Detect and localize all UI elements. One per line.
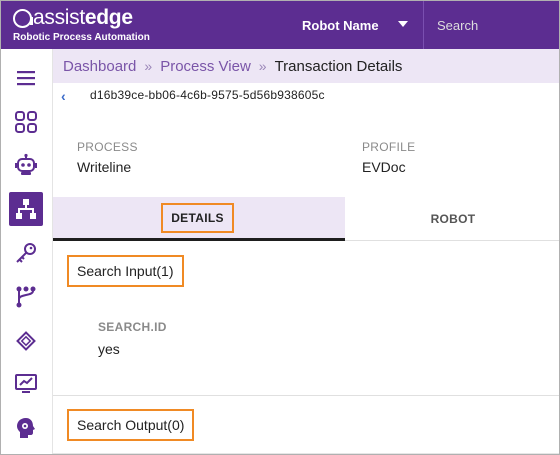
search-input-section-header[interactable]: Search Input(1): [53, 242, 559, 300]
hierarchy-icon: [16, 199, 36, 219]
tab-details[interactable]: DETAILS: [53, 197, 345, 241]
search-output-title: Search Output(0): [67, 409, 195, 441]
robot-dropdown-label: Robot Name: [302, 17, 379, 33]
head-gear-icon: [17, 418, 35, 438]
breadcrumb-process-view[interactable]: Process View: [160, 58, 251, 75]
process-label: PROCESS: [77, 140, 138, 154]
tab-details-label: DETAILS: [161, 203, 234, 233]
tab-robot-label: ROBOT: [430, 212, 476, 226]
field-label: SEARCH.ID: [98, 320, 167, 334]
app-window: assist edge Robotic Process Automation Ro…: [0, 0, 560, 455]
sidebar-item-keys[interactable]: [9, 236, 43, 270]
breadcrumb-separator-icon: »: [258, 58, 267, 74]
logo-text-bold: edge: [84, 6, 133, 29]
search-placeholder: Search: [437, 17, 479, 33]
monitor-chart-icon: [15, 374, 37, 393]
logo-subtitle: Robotic Process Automation: [13, 32, 150, 43]
sidebar-item-process-view[interactable]: [9, 192, 43, 226]
breadcrumb-separator-icon: »: [144, 58, 153, 74]
sidebar-item-dashboard[interactable]: [9, 105, 43, 139]
breadcrumb-current: Transaction Details: [274, 57, 403, 75]
sidebar-item-workflow[interactable]: [9, 280, 43, 314]
profile-label: PROFILE: [362, 140, 416, 154]
sidebar-item-settings[interactable]: [9, 411, 43, 445]
robot-icon: [15, 153, 37, 175]
logo-mark-icon: [13, 8, 33, 28]
chip-icon: [16, 331, 36, 351]
field-value: yes: [98, 341, 120, 357]
tab-bar: DETAILS ROBOT: [53, 197, 559, 241]
header-divider: [423, 1, 424, 49]
profile-value: EVDoc: [362, 159, 406, 175]
breadcrumb-dashboard[interactable]: Dashboard: [63, 58, 136, 75]
grid-icon: [15, 111, 37, 133]
search-output-section-header[interactable]: Search Output(0): [53, 396, 559, 454]
sidebar-item-chip[interactable]: [9, 324, 43, 358]
search-input-title: Search Input(1): [67, 255, 184, 287]
search-input[interactable]: Search: [437, 1, 478, 49]
sidebar-item-robots[interactable]: [9, 148, 43, 182]
breadcrumb: Dashboard » Process View » Transaction D…: [53, 49, 559, 83]
top-bar: assist edge Robotic Process Automation Ro…: [1, 1, 559, 49]
sidebar-item-analytics[interactable]: [9, 367, 43, 401]
robot-name-dropdown[interactable]: Robot Name: [302, 1, 414, 49]
logo[interactable]: assist edge Robotic Process Automation: [13, 7, 150, 43]
hamburger-icon: [17, 71, 35, 86]
sidebar: [1, 49, 53, 454]
transaction-header: ‹ d16b39ce-bb06-4c6b-9575-5d56b938605c: [53, 83, 559, 107]
back-chevron-icon[interactable]: ‹: [61, 88, 66, 104]
chevron-down-icon: [398, 21, 408, 27]
key-icon: [16, 243, 36, 263]
branch-icon: [16, 286, 36, 308]
transaction-id: d16b39ce-bb06-4c6b-9575-5d56b938605c: [90, 88, 325, 102]
tab-robot[interactable]: ROBOT: [345, 197, 559, 241]
logo-text-light: assist: [33, 6, 85, 29]
search-input-section-body: SEARCH.ID yes: [53, 299, 559, 395]
process-value: Writeline: [77, 159, 132, 175]
sidebar-item-menu[interactable]: [9, 61, 43, 95]
